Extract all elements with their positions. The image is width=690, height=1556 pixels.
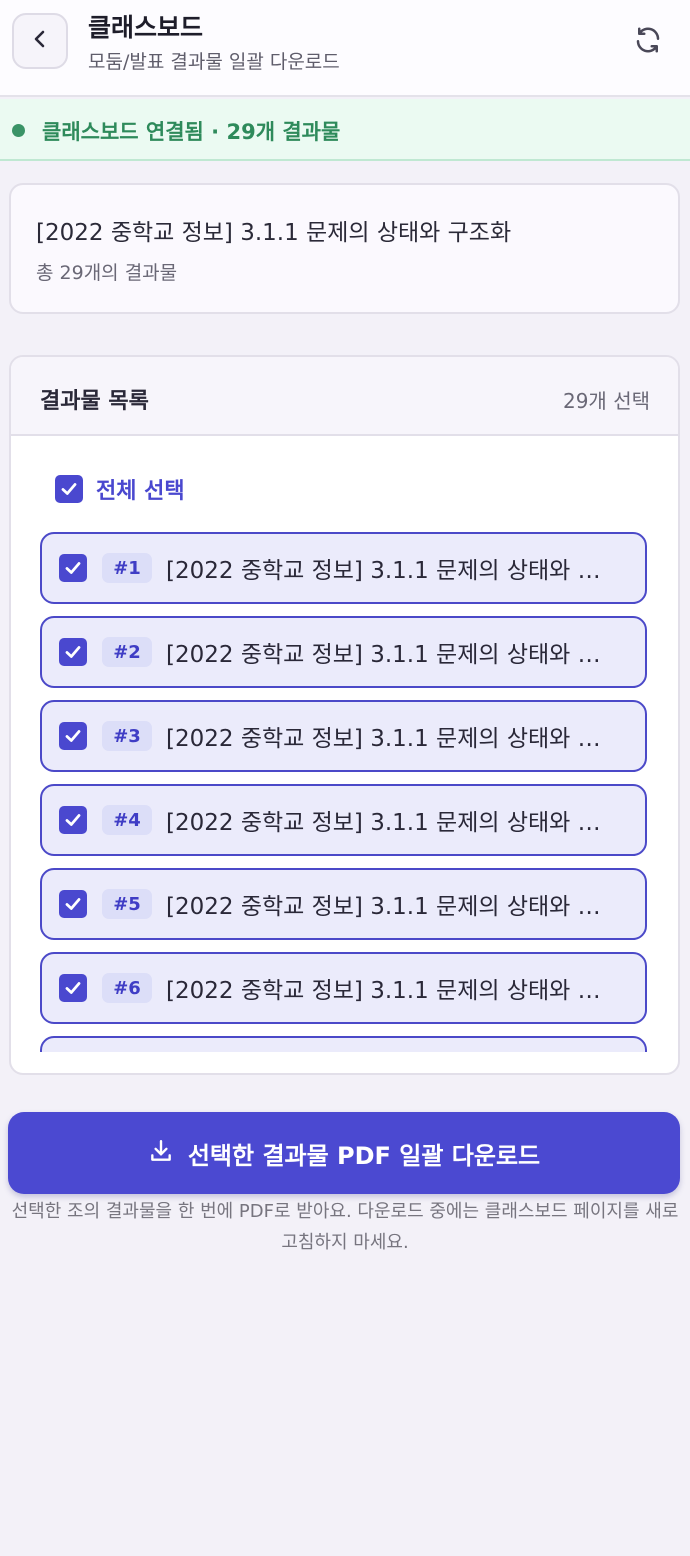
download-button-label: 선택한 결과물 PDF 일괄 다운로드 xyxy=(187,1141,541,1170)
checkbox-checked-icon[interactable] xyxy=(59,638,87,666)
back-button[interactable] xyxy=(12,13,68,69)
checkbox-checked-icon[interactable] xyxy=(59,554,87,582)
activity-info-card: [2022 중학교 정보] 3.1.1 문제의 상태와 구조화 총 29개의 결… xyxy=(9,183,680,314)
item-number-badge: #3 xyxy=(102,721,152,751)
list-item[interactable]: #6 [2022 중학교 정보] 3.1.1 문제의 상태와 구... xyxy=(40,952,647,1024)
item-number-badge: #1 xyxy=(102,553,152,583)
item-title: [2022 중학교 정보] 3.1.1 문제의 상태와 구... xyxy=(166,558,616,584)
chevron-left-icon xyxy=(29,28,51,54)
connection-status-text: 클래스보드 연결됨 · 29개 결과물 xyxy=(42,120,341,144)
item-number-badge: #6 xyxy=(102,973,152,1003)
app-header: 클래스보드 모둠/발표 결과물 일괄 다운로드 xyxy=(0,0,690,97)
list-item[interactable]: #5 [2022 중학교 정보] 3.1.1 문제의 상태와 구... xyxy=(40,868,647,940)
selected-count: 29개 선택 xyxy=(562,389,650,413)
page-title: 클래스보드 xyxy=(88,13,204,42)
checkbox-checked-icon[interactable] xyxy=(59,722,87,750)
result-count-text: 총 29개의 결과물 xyxy=(36,262,178,284)
checkbox-checked-icon[interactable] xyxy=(59,890,87,918)
list-item[interactable]: #1 [2022 중학교 정보] 3.1.1 문제의 상태와 구... xyxy=(40,532,647,604)
item-title: [2022 중학교 정보] 3.1.1 문제의 상태와 구... xyxy=(166,642,616,668)
result-list-header: 결과물 목록 29개 선택 xyxy=(11,357,678,436)
item-title: [2022 중학교 정보] 3.1.1 문제의 상태와 구... xyxy=(166,894,616,920)
list-item[interactable]: #4 [2022 중학교 정보] 3.1.1 문제의 상태와 구... xyxy=(40,784,647,856)
activity-title: [2022 중학교 정보] 3.1.1 문제의 상태와 구조화 xyxy=(36,220,512,246)
list-item[interactable]: #3 [2022 중학교 정보] 3.1.1 문제의 상태와 구... xyxy=(40,700,647,772)
item-number-badge: #2 xyxy=(102,637,152,667)
item-number-badge: #4 xyxy=(102,805,152,835)
refresh-button[interactable] xyxy=(626,20,670,64)
item-number-badge: #5 xyxy=(102,889,152,919)
connection-banner: 클래스보드 연결됨 · 29개 결과물 xyxy=(0,99,690,161)
item-title: [2022 중학교 정보] 3.1.1 문제의 상태와 구... xyxy=(166,810,616,836)
checkbox-checked-icon[interactable] xyxy=(59,974,87,1002)
status-dot xyxy=(12,124,25,137)
select-all-label: 전체 선택 xyxy=(96,479,185,504)
checkbox-checked-icon xyxy=(55,475,83,503)
download-pdf-button[interactable]: 선택한 결과물 PDF 일괄 다운로드 xyxy=(8,1112,680,1194)
result-list-title: 결과물 목록 xyxy=(40,389,149,414)
item-title: [2022 중학교 정보] 3.1.1 문제의 상태와 구... xyxy=(166,726,616,752)
result-list[interactable]: #1 [2022 중학교 정보] 3.1.1 문제의 상태와 구... #2 [… xyxy=(11,517,678,1052)
result-list-card: 결과물 목록 29개 선택 전체 선택 #1 [2022 중학교 정보] 3.1… xyxy=(9,355,680,1075)
download-icon xyxy=(148,1138,174,1168)
download-notice: 선택한 조의 결과물을 한 번에 PDF로 받아요. 다운로드 중에는 클래스보… xyxy=(11,1201,679,1253)
checkbox-checked-icon[interactable] xyxy=(59,806,87,834)
refresh-icon xyxy=(633,25,663,59)
list-item[interactable] xyxy=(40,1036,647,1052)
select-all-checkbox[interactable]: 전체 선택 xyxy=(55,473,185,505)
list-item[interactable]: #2 [2022 중학교 정보] 3.1.1 문제의 상태와 구... xyxy=(40,616,647,688)
page-subtitle: 모둠/발표 결과물 일괄 다운로드 xyxy=(88,51,340,73)
item-title: [2022 중학교 정보] 3.1.1 문제의 상태와 구... xyxy=(166,978,616,1004)
